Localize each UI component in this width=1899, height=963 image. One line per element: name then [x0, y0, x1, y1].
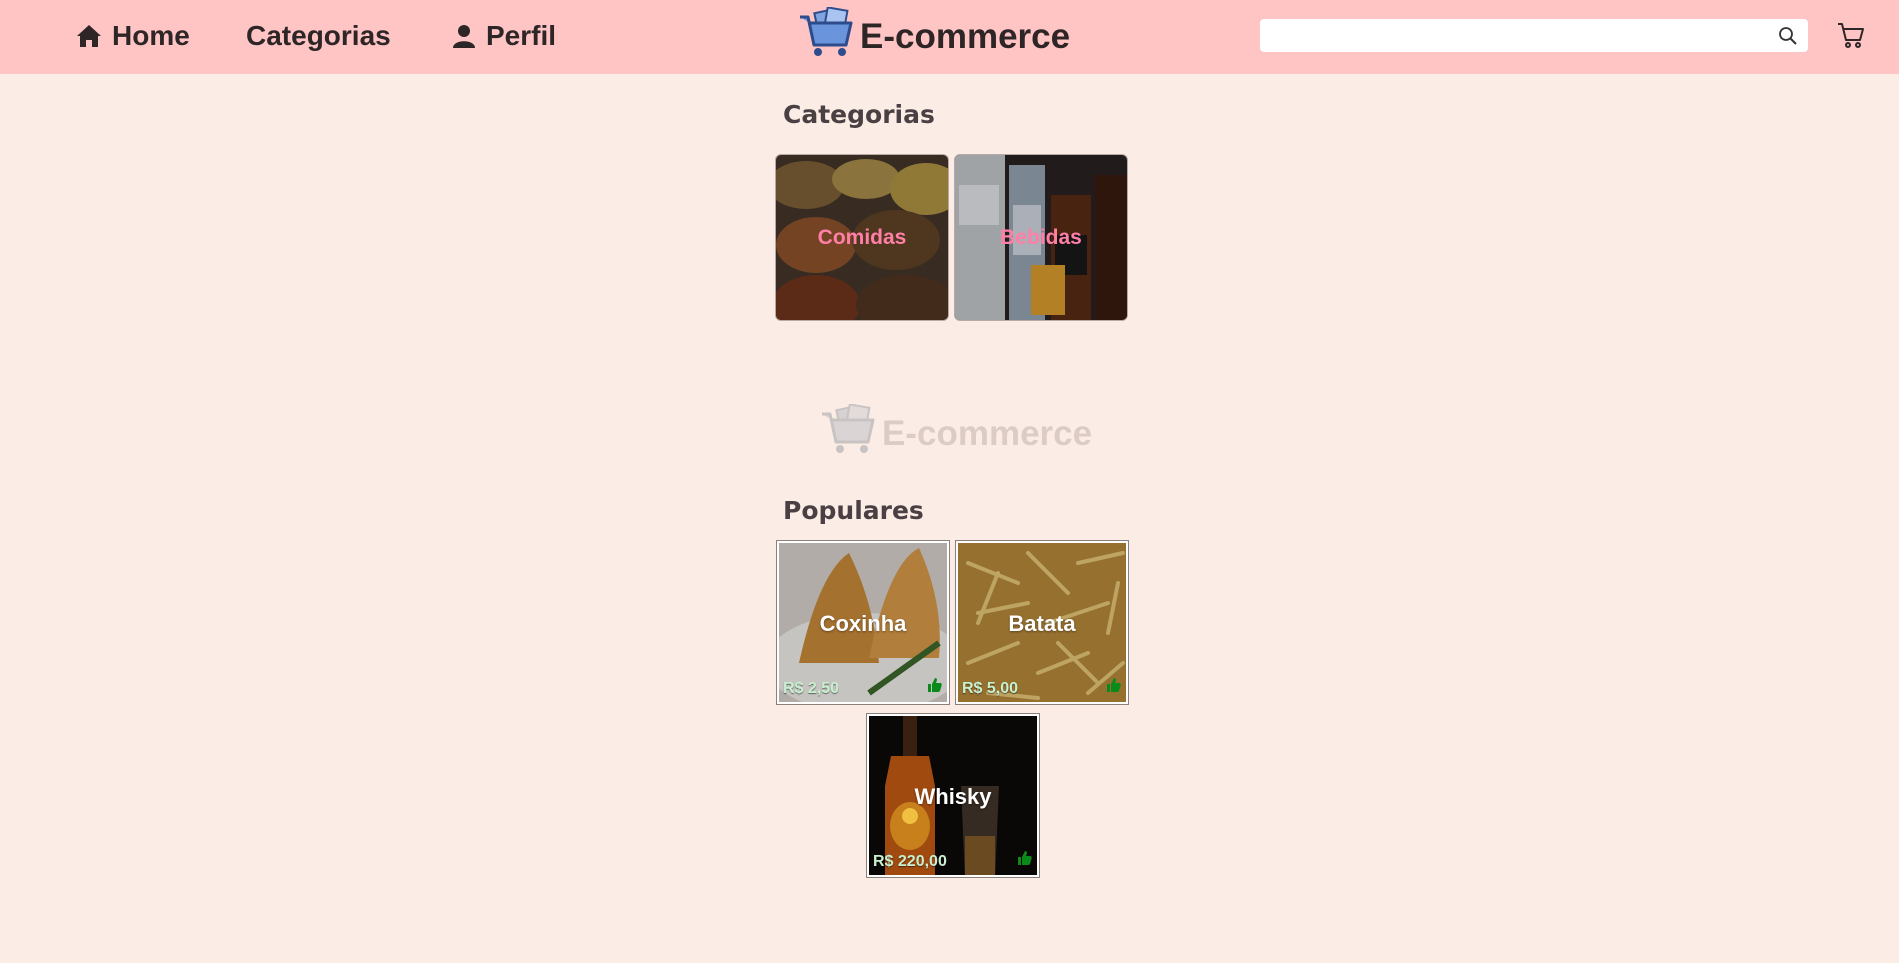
category-label-bebidas: Bebidas	[1000, 225, 1082, 249]
search-icon[interactable]	[1778, 26, 1798, 51]
brand-watermark: E-commerce	[820, 402, 1093, 465]
nav-categorias-label: Categorias	[246, 20, 391, 51]
user-icon	[452, 24, 476, 48]
cart-watermark-icon	[820, 402, 876, 465]
nav-perfil-label: Perfil	[486, 20, 557, 51]
category-label-comidas: Comidas	[817, 225, 907, 249]
home-icon	[76, 24, 102, 48]
nav-perfil-link[interactable]: Perfil	[452, 17, 556, 55]
nav-home-link[interactable]: Home	[76, 17, 190, 55]
product-card-whisky[interactable]: Whisky R$ 220,00	[866, 713, 1040, 878]
thumbs-up-icon[interactable]	[927, 677, 943, 698]
nav-categorias-link[interactable]: Categorias	[246, 17, 391, 55]
cart-icon[interactable]	[1836, 20, 1866, 55]
watermark-text: E-commerce	[882, 414, 1093, 453]
product-price: R$ 5,00	[962, 680, 1019, 697]
product-name: Batata	[1008, 611, 1076, 636]
search-box	[1260, 19, 1808, 52]
product-name: Coxinha	[819, 611, 907, 636]
thumbs-up-icon[interactable]	[1106, 677, 1122, 698]
product-card-coxinha[interactable]: Coxinha R$ 2,50	[776, 540, 950, 705]
cart-logo-icon	[798, 5, 854, 68]
category-card-comidas[interactable]: Comidas	[775, 154, 949, 321]
product-price: R$ 2,50	[783, 680, 840, 697]
brand-logo[interactable]: E-commerce	[798, 5, 1071, 68]
thumbs-up-icon[interactable]	[1017, 850, 1033, 871]
search-input[interactable]	[1260, 19, 1808, 52]
nav-home-label: Home	[112, 20, 190, 51]
categorias-heading: Categorias	[783, 100, 935, 129]
populares-heading: Populares	[783, 496, 924, 525]
product-card-batata[interactable]: Batata R$ 5,00	[955, 540, 1129, 705]
category-card-bebidas[interactable]: Bebidas	[954, 154, 1128, 321]
product-price: R$ 220,00	[873, 853, 947, 870]
product-name: Whisky	[914, 784, 992, 809]
top-navbar: Home Categorias Perfil E-commerce	[0, 0, 1899, 74]
brand-name: E-commerce	[860, 17, 1071, 56]
